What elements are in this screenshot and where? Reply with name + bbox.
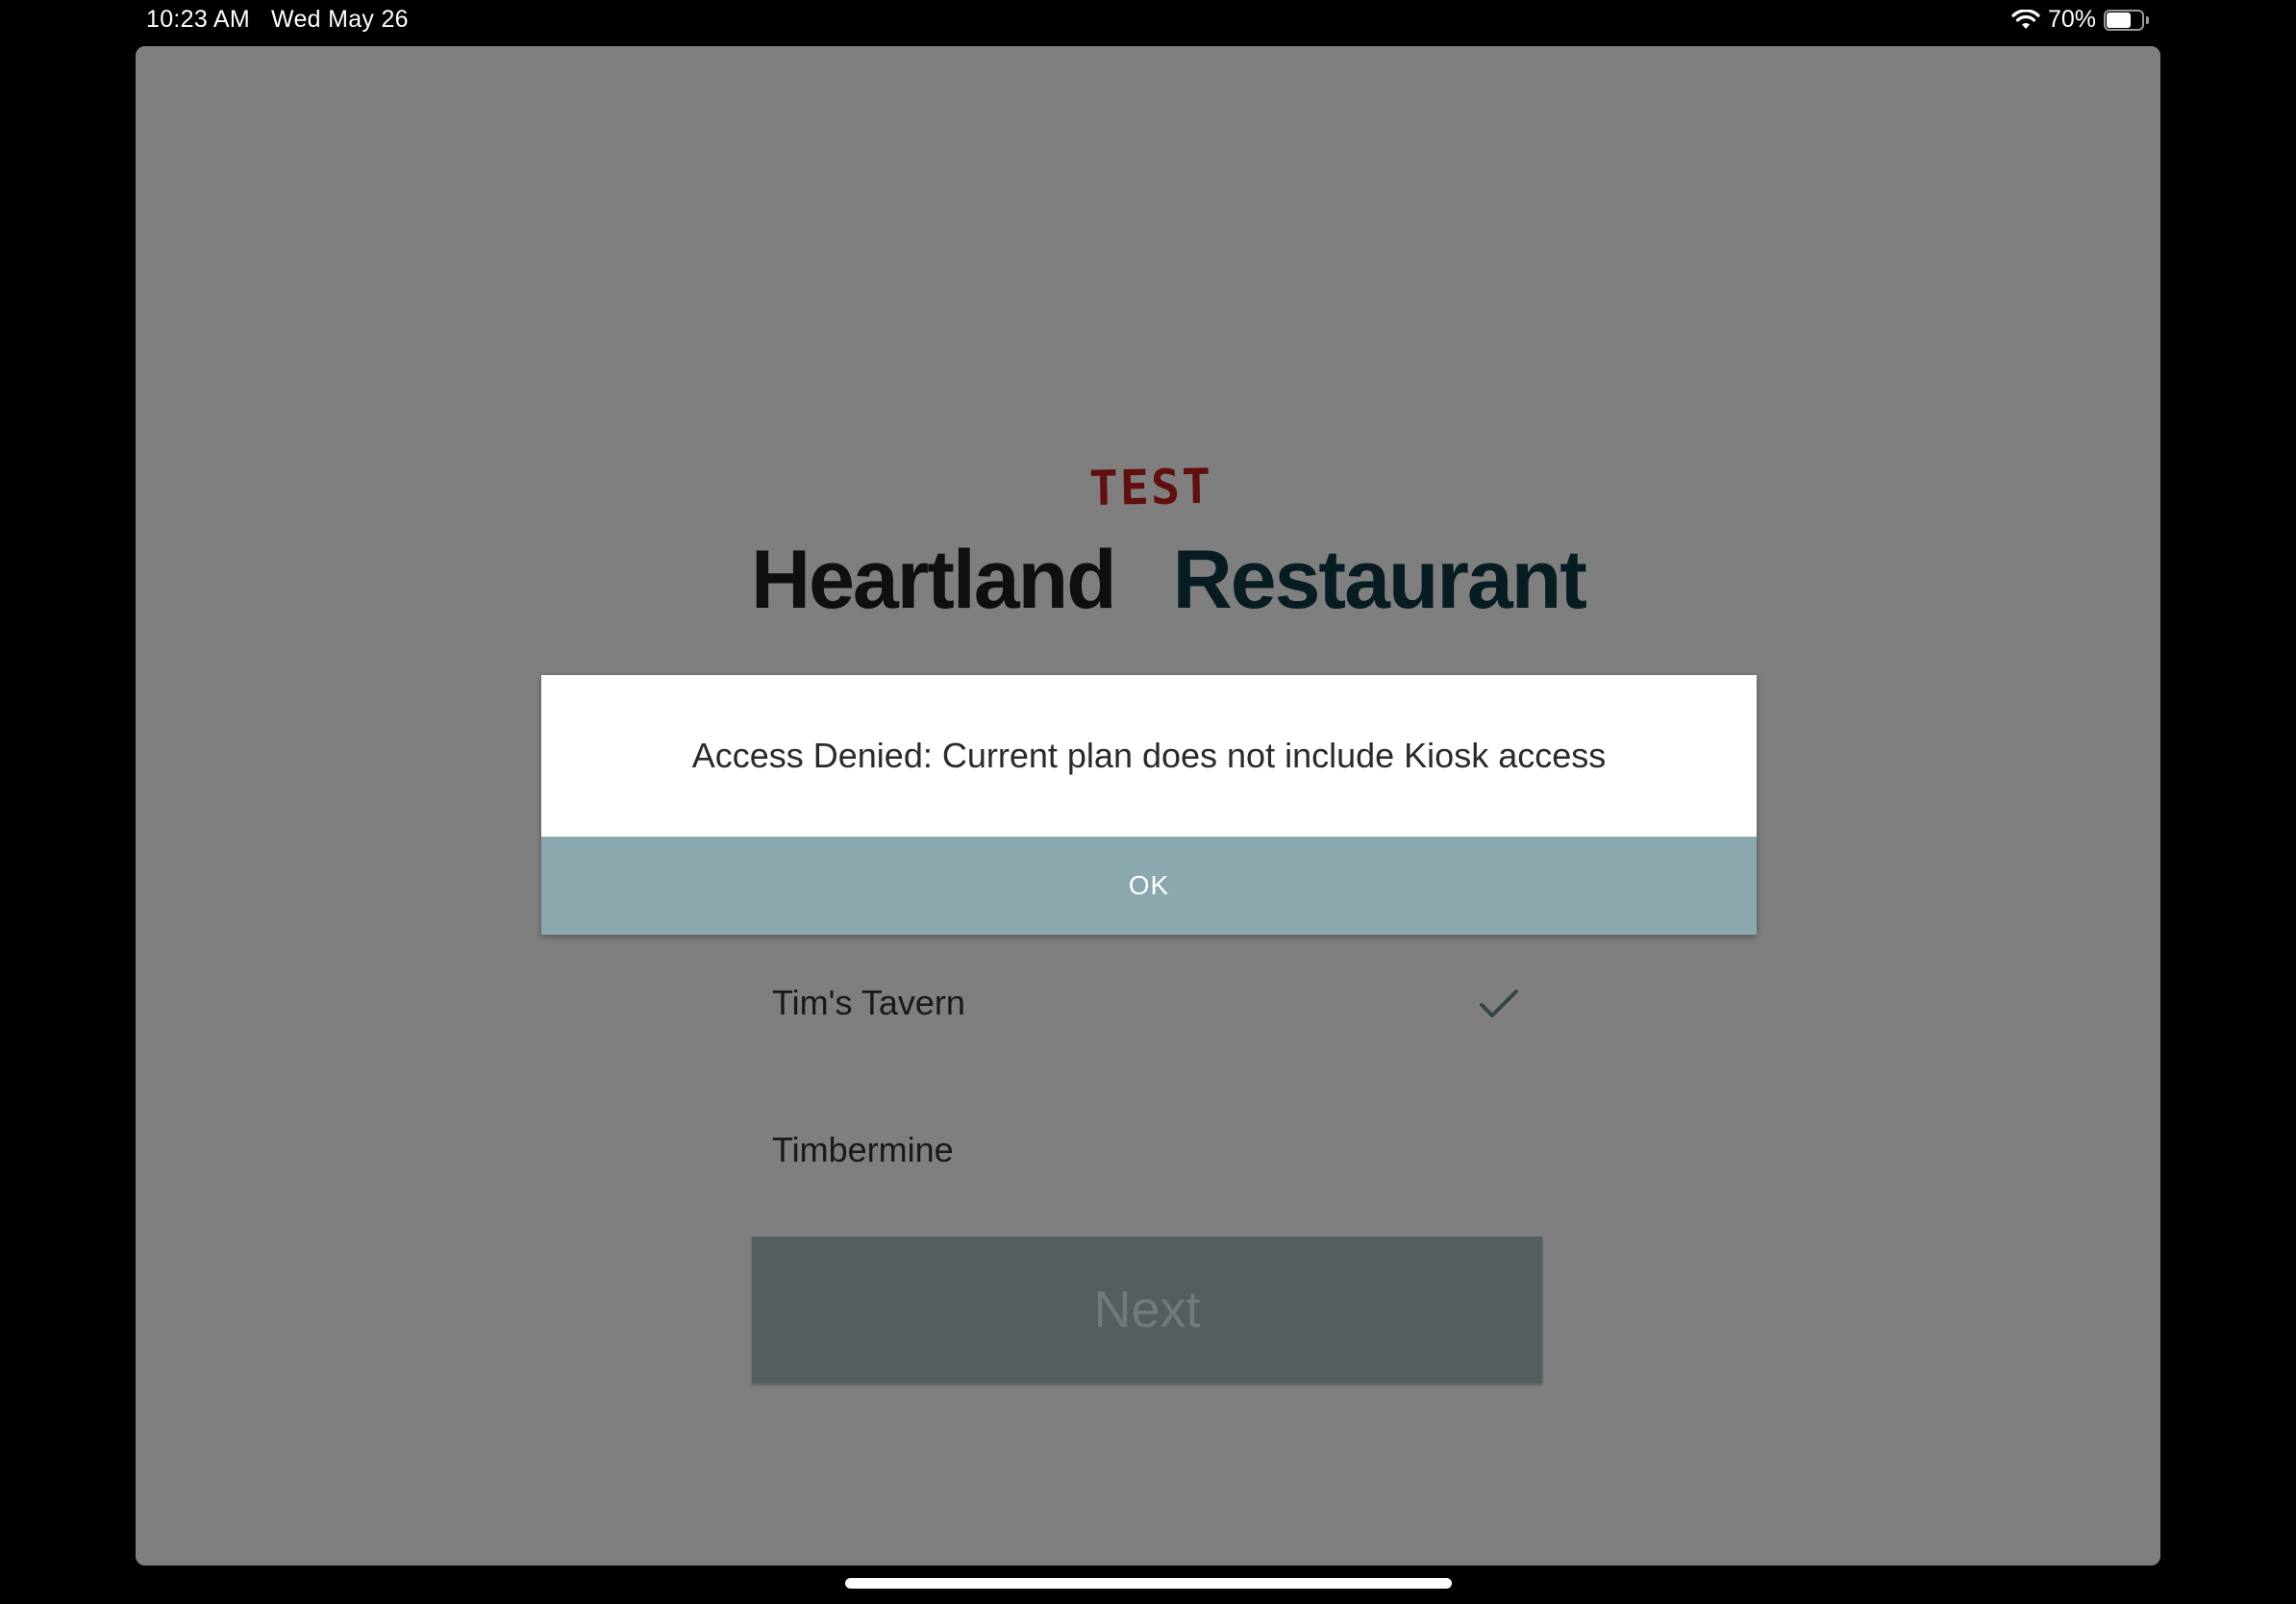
alert-ok-button[interactable]: OK: [541, 837, 1757, 935]
alert-dialog: Access Denied: Current plan does not inc…: [541, 675, 1757, 935]
wifi-icon: [2011, 9, 2040, 31]
status-indicators: 70%: [2011, 6, 2150, 34]
home-indicator[interactable]: [845, 1578, 1452, 1589]
battery-icon: [2104, 9, 2150, 31]
status-bar: 10:23 AM Wed May 26 70%: [0, 0, 2296, 42]
alert-message: Access Denied: Current plan does not inc…: [691, 736, 1607, 775]
status-date: Wed May 26: [271, 6, 409, 33]
battery-percent: 70%: [2047, 6, 2096, 33]
battery-fill: [2107, 12, 2131, 28]
status-time: 10:23 AM: [146, 6, 251, 33]
app-window: TEST HeartlandRestaurant Tim's Tavern Ti…: [136, 46, 2160, 1566]
